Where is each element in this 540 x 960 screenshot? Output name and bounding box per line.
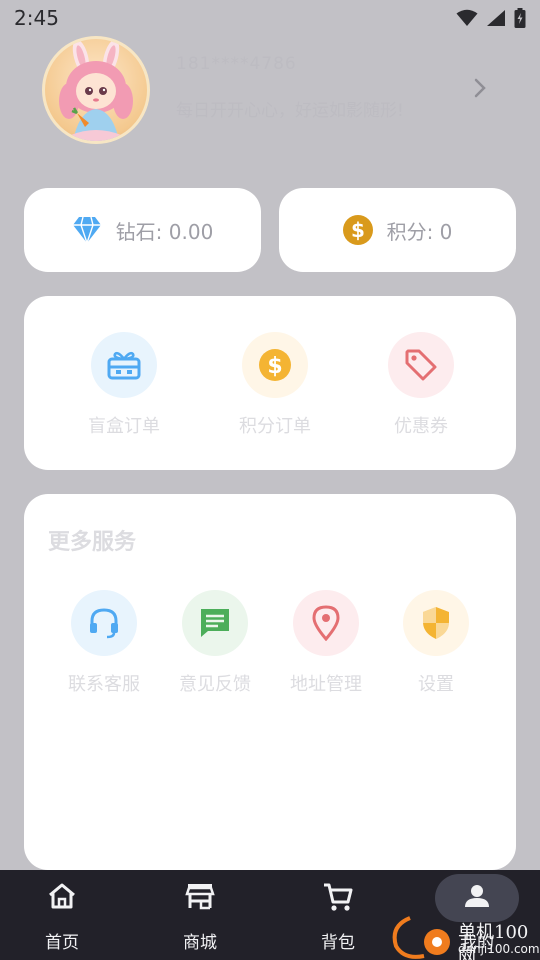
cart-icon: [324, 883, 353, 911]
tab-home[interactable]: 首页: [7, 870, 117, 960]
person-icon: [465, 885, 489, 907]
signal-icon: [487, 10, 505, 26]
headset-icon: [71, 590, 137, 656]
points-card[interactable]: $ 积分: 0: [279, 188, 516, 272]
store-icon: [185, 884, 215, 910]
wifi-icon: [456, 9, 478, 26]
watermark-url: danji100.com: [458, 942, 540, 956]
chevron-right-icon[interactable]: [470, 74, 490, 102]
service-item-settings[interactable]: 设置: [381, 590, 491, 696]
order-item-label: 盲盒订单: [88, 416, 160, 437]
shield-icon: [403, 590, 469, 656]
service-item-feedback[interactable]: 意见反馈: [160, 590, 270, 696]
status-icons: [456, 8, 526, 28]
tab-label: 首页: [45, 933, 79, 953]
orders-card: 盲盒订单 $ 积分订单 优惠券: [24, 296, 516, 470]
service-item-label: 设置: [418, 674, 454, 695]
svg-text:$: $: [351, 218, 365, 242]
status-time: 2:45: [14, 6, 59, 30]
service-item-customer-support[interactable]: 联系客服: [49, 590, 159, 696]
order-item-coupon[interactable]: 优惠券: [361, 332, 481, 438]
points-balance: 积分: 0: [386, 219, 453, 244]
diamond-icon: [72, 216, 101, 244]
service-item-label: 意见反馈: [179, 674, 251, 695]
service-item-label: 地址管理: [290, 674, 362, 695]
watermark-logo: [392, 916, 450, 959]
coin-icon: $: [342, 215, 373, 245]
user-phone: 181****4786: [176, 54, 297, 74]
tag-icon: [388, 332, 454, 398]
service-item-address[interactable]: 地址管理: [271, 590, 381, 696]
tab-label: 背包: [321, 933, 355, 953]
services-title: 更多服务: [48, 530, 137, 555]
services-card: 更多服务 联系客服 意见反馈 地址管理 设置: [24, 494, 516, 870]
coin-icon: $: [242, 332, 308, 398]
order-item-points[interactable]: $ 积分订单: [215, 332, 335, 438]
profile-header[interactable]: 181****4786 每日开开心心，好运如影随形!: [0, 36, 540, 146]
diamond-card[interactable]: 钻石: 0.00: [24, 188, 261, 272]
watermark: 单机100网 danji100.com: [388, 912, 540, 960]
avatar[interactable]: [42, 36, 150, 144]
tab-label: 商城: [183, 933, 217, 953]
home-icon: [49, 883, 75, 909]
avatar-illustration: [59, 39, 133, 141]
location-icon: [293, 590, 359, 656]
tab-backpack[interactable]: 背包: [283, 870, 393, 960]
order-item-label: 积分订单: [239, 416, 311, 437]
user-motto: 每日开开心心，好运如影随形!: [176, 101, 404, 121]
battery-icon: [514, 8, 526, 28]
svg-text:$: $: [267, 354, 282, 379]
feedback-icon: [182, 590, 248, 656]
diamond-balance: 钻石: 0.00: [115, 219, 214, 244]
order-item-label: 优惠券: [394, 416, 448, 437]
status-bar: 2:45: [0, 0, 540, 36]
service-item-label: 联系客服: [68, 674, 140, 695]
tab-store[interactable]: 商城: [145, 870, 255, 960]
order-item-blindbox[interactable]: 盲盒订单: [64, 332, 184, 438]
gift-box-icon: [91, 332, 157, 398]
